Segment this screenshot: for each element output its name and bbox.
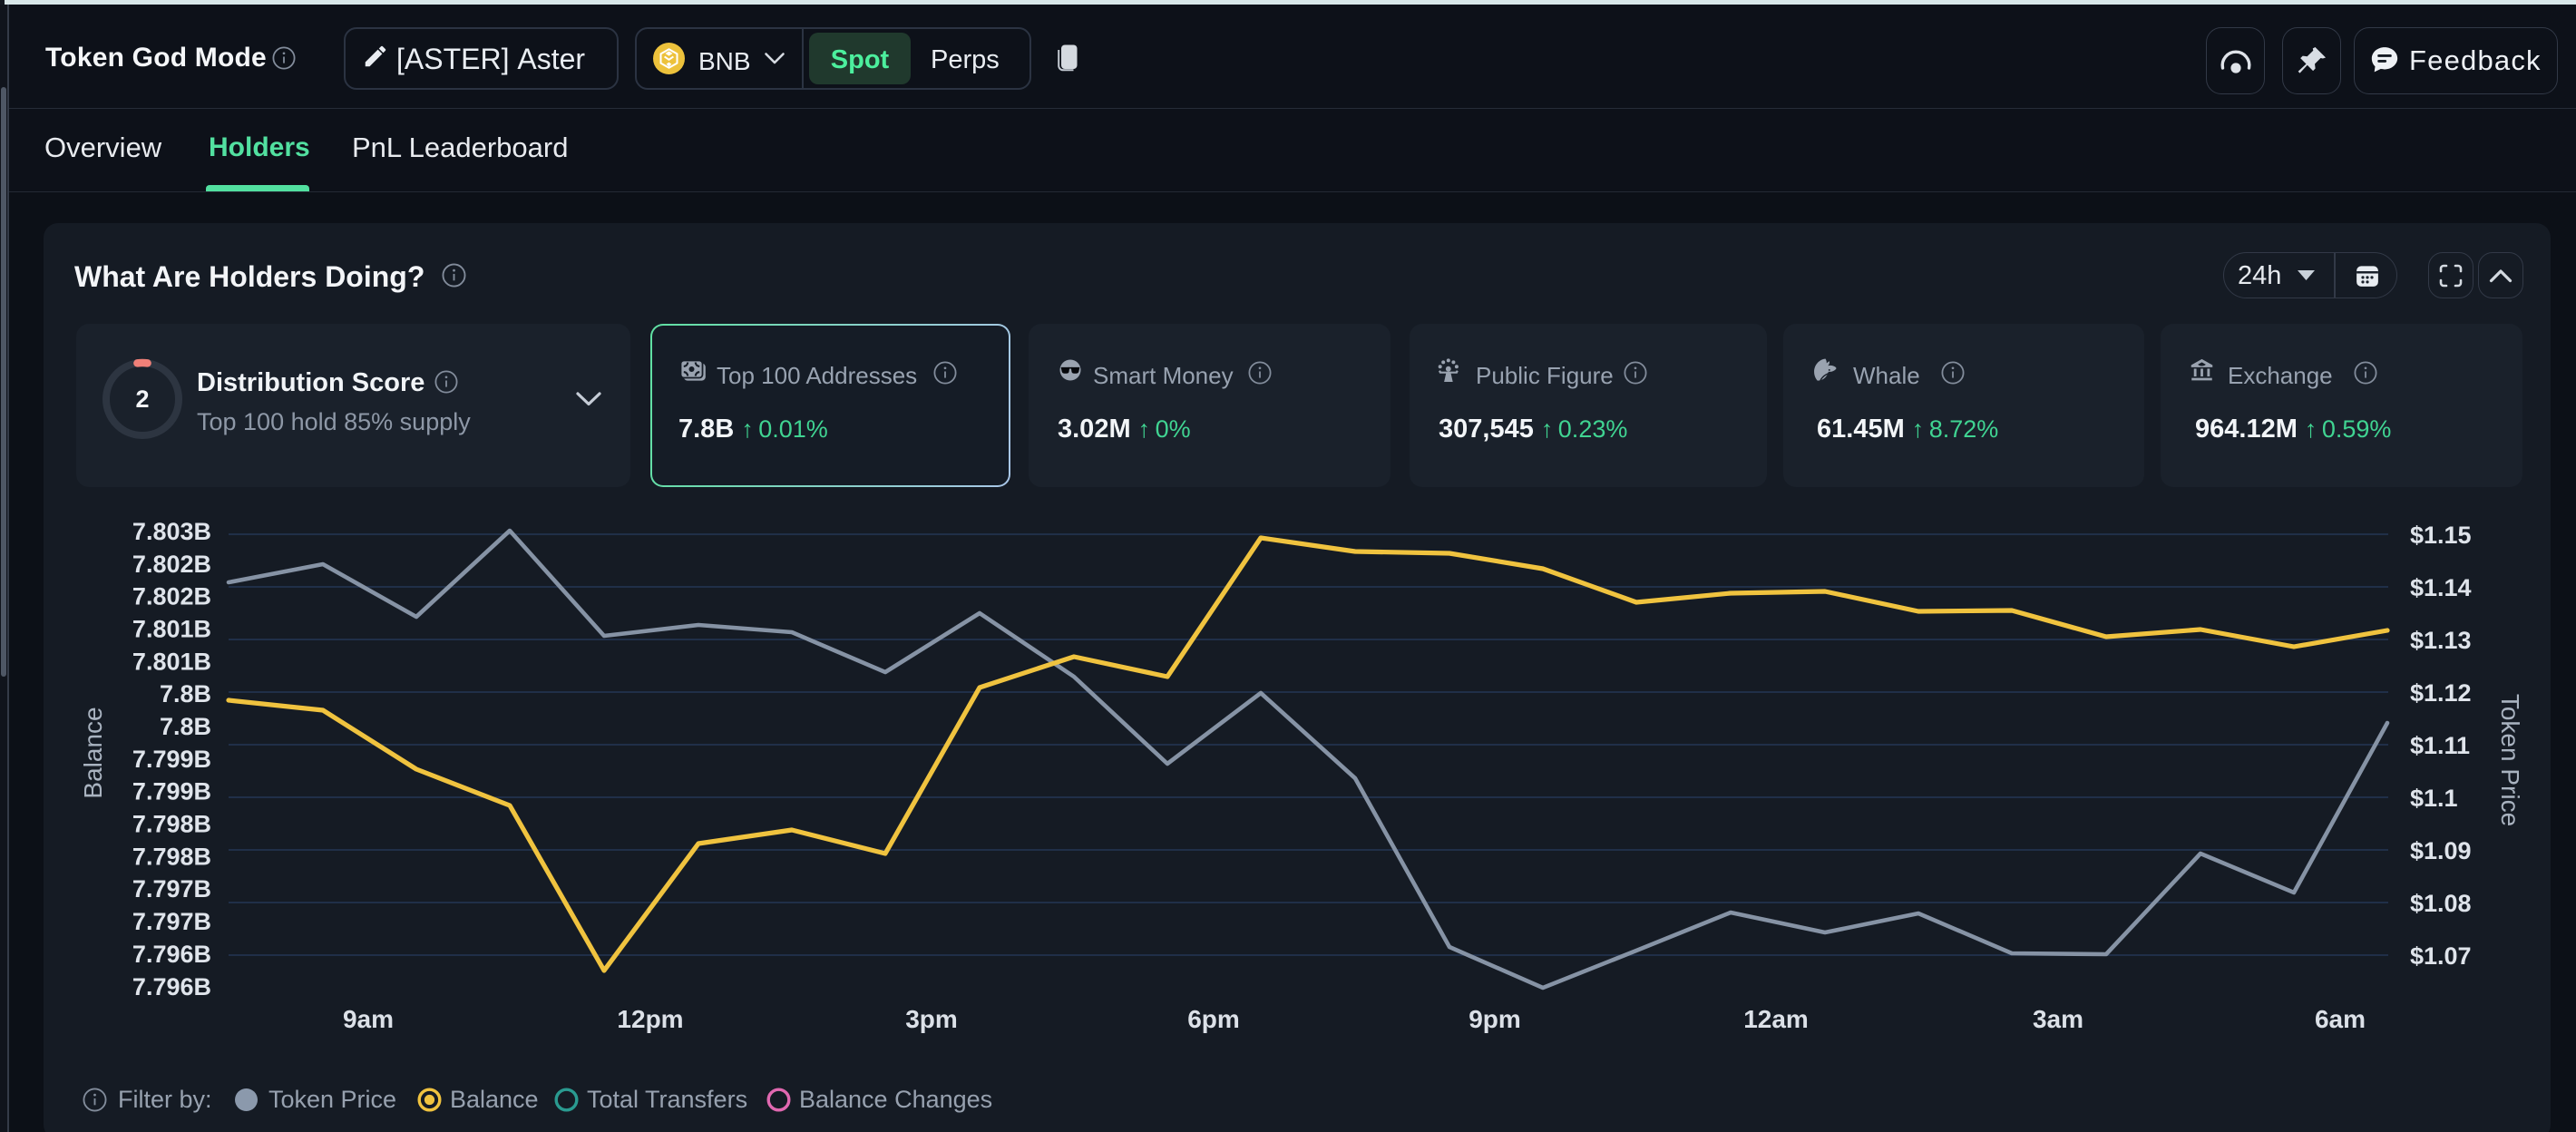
svg-text:3pm: 3pm [905, 1005, 958, 1033]
svg-text:$1.14: $1.14 [2410, 574, 2472, 601]
svg-text:7.802B: 7.802B [132, 583, 211, 610]
svg-text:7.801B: 7.801B [132, 648, 211, 675]
svg-text:$1.09: $1.09 [2410, 837, 2472, 864]
svg-text:7.796B: 7.796B [132, 941, 211, 968]
svg-text:12am: 12am [1743, 1005, 1809, 1033]
svg-text:$1.12: $1.12 [2410, 679, 2472, 707]
svg-text:7.8B: 7.8B [160, 713, 211, 740]
svg-text:Balance: Balance [79, 707, 107, 798]
svg-text:9pm: 9pm [1469, 1005, 1521, 1033]
svg-text:7.798B: 7.798B [132, 843, 211, 870]
svg-text:6pm: 6pm [1187, 1005, 1240, 1033]
svg-text:12pm: 12pm [617, 1005, 683, 1033]
svg-text:7.798B: 7.798B [132, 811, 211, 838]
svg-text:7.802B: 7.802B [132, 551, 211, 578]
svg-text:$1.08: $1.08 [2410, 890, 2472, 917]
svg-text:7.799B: 7.799B [132, 746, 211, 773]
svg-text:6am: 6am [2315, 1005, 2366, 1033]
svg-text:7.803B: 7.803B [132, 518, 211, 545]
svg-text:$1.1: $1.1 [2410, 785, 2458, 812]
svg-text:$1.13: $1.13 [2410, 627, 2472, 654]
svg-text:7.799B: 7.799B [132, 778, 211, 805]
svg-text:Token Price: Token Price [2496, 694, 2524, 826]
svg-text:7.796B: 7.796B [132, 973, 211, 1000]
svg-text:7.801B: 7.801B [132, 616, 211, 643]
svg-text:$1.15: $1.15 [2410, 522, 2472, 549]
svg-text:$1.07: $1.07 [2410, 942, 2472, 970]
svg-text:7.8B: 7.8B [160, 680, 211, 708]
svg-text:7.797B: 7.797B [132, 908, 211, 935]
svg-text:9am: 9am [343, 1005, 394, 1033]
svg-text:3am: 3am [2033, 1005, 2083, 1033]
svg-text:7.797B: 7.797B [132, 875, 211, 903]
svg-text:$1.11: $1.11 [2410, 732, 2470, 759]
